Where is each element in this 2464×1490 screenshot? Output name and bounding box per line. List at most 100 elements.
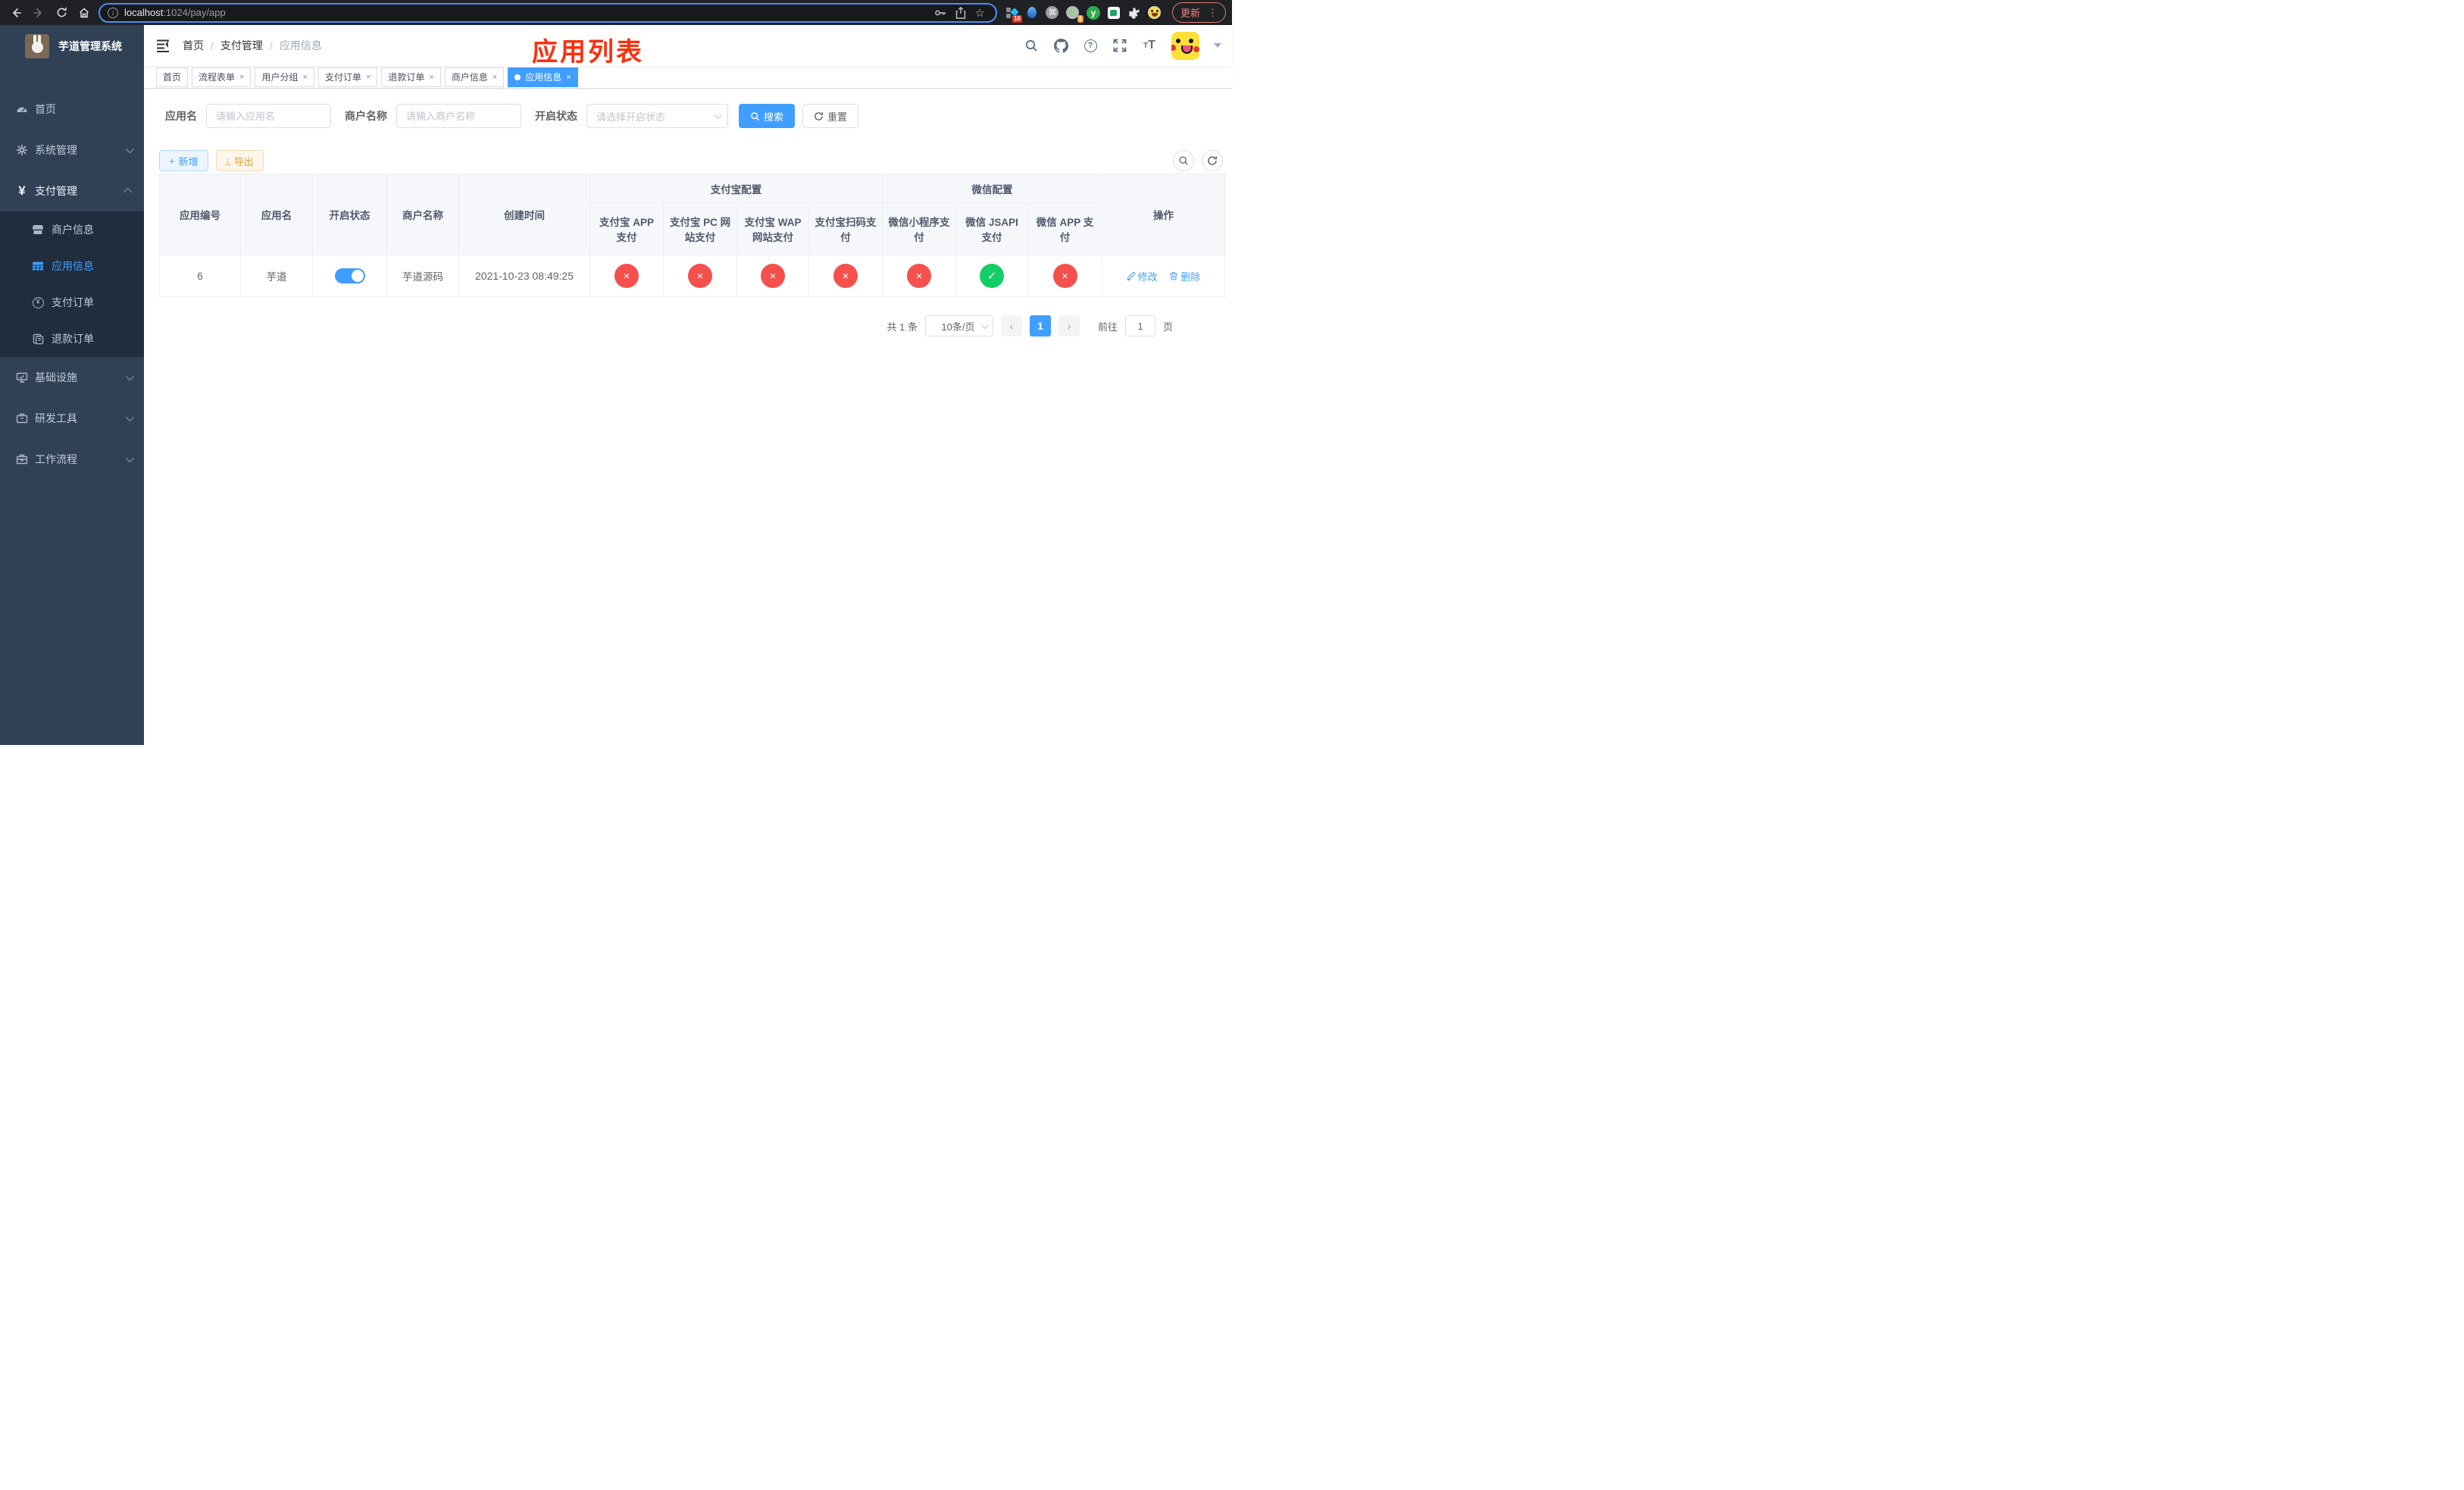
tab-merchant-info[interactable]: 商户信息 × bbox=[444, 67, 505, 87]
extension-command-icon[interactable]: ⌘ bbox=[1046, 6, 1059, 20]
font-size-icon[interactable]: TT bbox=[1142, 38, 1157, 53]
toolbox-icon bbox=[16, 412, 28, 424]
bookmark-star-icon[interactable]: ☆ bbox=[975, 6, 985, 20]
close-icon[interactable]: × bbox=[302, 73, 307, 82]
alipay-wap-status-icon: × bbox=[761, 264, 785, 288]
app-title: 芋道管理系统 bbox=[58, 40, 122, 52]
browser-menu-icon[interactable]: ⋮ bbox=[1208, 7, 1218, 19]
col-merchant: 商户名称 bbox=[386, 174, 459, 255]
profile-avatar-icon[interactable] bbox=[1148, 6, 1162, 20]
help-icon[interactable]: ? bbox=[1083, 38, 1098, 53]
prev-page-button[interactable]: ‹ bbox=[1000, 315, 1022, 337]
close-icon[interactable]: × bbox=[366, 73, 371, 82]
fullscreen-icon[interactable] bbox=[1112, 38, 1127, 53]
sidebar-item-system[interactable]: 系统管理 bbox=[0, 130, 144, 171]
sidebar-item-pay-order[interactable]: ¥ 支付订单 bbox=[0, 284, 144, 321]
url-bar[interactable]: i localhost:1024/pay/app ☆ bbox=[98, 2, 997, 23]
close-icon[interactable]: × bbox=[566, 73, 571, 82]
goto-page-input[interactable] bbox=[1124, 315, 1155, 337]
forward-button[interactable] bbox=[29, 3, 48, 23]
plus-icon: + bbox=[169, 155, 175, 167]
extension-recorder-icon[interactable]: 1 bbox=[1066, 6, 1083, 23]
search-icon[interactable] bbox=[1024, 38, 1039, 53]
group-alipay-config: 支付宝配置 bbox=[589, 174, 883, 203]
reset-button[interactable]: 重置 bbox=[802, 104, 859, 128]
col-created: 创建时间 bbox=[458, 174, 590, 255]
dashboard-icon bbox=[16, 103, 28, 115]
sidebar-item-merchant-info[interactable]: 商户信息 bbox=[0, 211, 144, 248]
back-icon bbox=[12, 8, 21, 17]
chevron-down-icon bbox=[125, 371, 135, 381]
extension-chat-icon[interactable] bbox=[1107, 6, 1121, 20]
page-size-select[interactable]: 10条/页 bbox=[924, 315, 993, 337]
col-enabled: 开启状态 bbox=[312, 174, 387, 255]
wx-jsapi-status-icon: ✓ bbox=[980, 264, 1004, 288]
refresh-table-button[interactable] bbox=[1202, 150, 1223, 171]
back-button[interactable] bbox=[6, 3, 26, 23]
sidebar-item-infra[interactable]: 基础设施 bbox=[0, 357, 144, 398]
extension-y-logo-icon[interactable]: y bbox=[1086, 5, 1100, 20]
url-text[interactable]: localhost:1024/pay/app bbox=[124, 7, 928, 18]
alipay-pc-status-icon: × bbox=[688, 264, 712, 288]
share-icon[interactable] bbox=[955, 6, 966, 19]
merchant-name-input[interactable] bbox=[396, 104, 521, 128]
sidebar-menu: 首页 系统管理 ¥ 支付管理 商户信息 应用信息 ¥ 支付订单 退款订单 基础设… bbox=[0, 89, 144, 745]
forward-icon bbox=[33, 8, 42, 17]
sidebar-item-refund-order[interactable]: 退款订单 bbox=[0, 321, 144, 357]
col-wx-mini: 微信小程序支付 bbox=[882, 202, 956, 255]
tab-refund-order[interactable]: 退款订单 × bbox=[381, 67, 441, 87]
edit-link[interactable]: 修改 bbox=[1127, 269, 1158, 283]
tab-app-info[interactable]: 应用信息 × bbox=[508, 67, 578, 87]
collapse-sidebar-button[interactable] bbox=[155, 38, 170, 53]
sidebar-item-app-info[interactable]: 应用信息 bbox=[0, 248, 144, 284]
tab-process-form[interactable]: 流程表单 × bbox=[192, 67, 252, 87]
cell-enabled bbox=[312, 255, 387, 297]
close-icon[interactable]: × bbox=[239, 73, 244, 82]
tab-home[interactable]: 首页 bbox=[156, 67, 189, 87]
breadcrumb-home[interactable]: 首页 bbox=[183, 38, 204, 53]
chevron-down-icon bbox=[980, 321, 989, 329]
app-name-input[interactable] bbox=[206, 104, 331, 128]
user-avatar[interactable] bbox=[1171, 31, 1199, 60]
sidebar-item-dev-tools[interactable]: 研发工具 bbox=[0, 398, 144, 439]
password-key-icon[interactable] bbox=[934, 7, 946, 19]
delete-link[interactable]: 删除 bbox=[1169, 269, 1200, 283]
extension-badge: 10 bbox=[1012, 14, 1022, 23]
close-icon[interactable]: × bbox=[492, 73, 497, 82]
extensions-puzzle-icon[interactable] bbox=[1127, 6, 1141, 20]
reload-button[interactable] bbox=[52, 3, 71, 23]
sidebar-item-payment[interactable]: ¥ 支付管理 bbox=[0, 171, 144, 211]
trash-icon bbox=[1170, 272, 1178, 280]
breadcrumb: 首页 / 支付管理 / 应用信息 bbox=[183, 38, 322, 53]
pagination: 共 1 条 10条/页 ‹ 1 › 前往 页 bbox=[159, 315, 1224, 337]
github-icon[interactable] bbox=[1053, 38, 1068, 53]
tab-user-group[interactable]: 用户分组 × bbox=[255, 67, 314, 87]
export-button[interactable]: ↓ 导出 bbox=[215, 150, 264, 171]
site-info-icon[interactable]: i bbox=[108, 7, 118, 18]
page-content: 应用名 商户名称 开启状态 请选择开启状态 搜索 重置 bbox=[144, 89, 1232, 745]
extension-balloon-icon[interactable] bbox=[1025, 6, 1039, 20]
update-button[interactable]: 更新 ⋮ bbox=[1171, 2, 1226, 23]
logo-avatar bbox=[25, 34, 49, 58]
col-actions: 操作 bbox=[1102, 174, 1226, 255]
home-button[interactable] bbox=[74, 3, 94, 23]
page-1-button[interactable]: 1 bbox=[1029, 315, 1051, 337]
add-button[interactable]: + 新增 bbox=[159, 150, 208, 171]
breadcrumb-payment[interactable]: 支付管理 bbox=[220, 38, 263, 53]
status-select[interactable]: 请选择开启状态 bbox=[586, 104, 728, 128]
app-logo[interactable]: 芋道管理系统 bbox=[0, 25, 144, 67]
hide-search-button[interactable] bbox=[1173, 150, 1194, 171]
extension-grid-icon[interactable]: 10 bbox=[1005, 6, 1022, 23]
next-page-button[interactable]: › bbox=[1058, 315, 1080, 337]
alipay-app-status-icon: × bbox=[614, 264, 639, 288]
payment-submenu: 商户信息 应用信息 ¥ 支付订单 退款订单 bbox=[0, 211, 144, 357]
enabled-toggle[interactable] bbox=[334, 268, 365, 283]
search-button[interactable]: 搜索 bbox=[739, 104, 796, 128]
sidebar-item-workflow[interactable]: 工作流程 bbox=[0, 439, 144, 480]
tab-pay-order[interactable]: 支付订单 × bbox=[317, 67, 378, 87]
close-icon[interactable]: × bbox=[429, 73, 433, 82]
annotation-overlay: 应用列表 bbox=[532, 37, 644, 67]
sidebar-item-home[interactable]: 首页 bbox=[0, 89, 144, 130]
avatar-dropdown-caret[interactable] bbox=[1214, 43, 1221, 48]
col-alipay-app: 支付宝 APP 支付 bbox=[589, 202, 664, 255]
